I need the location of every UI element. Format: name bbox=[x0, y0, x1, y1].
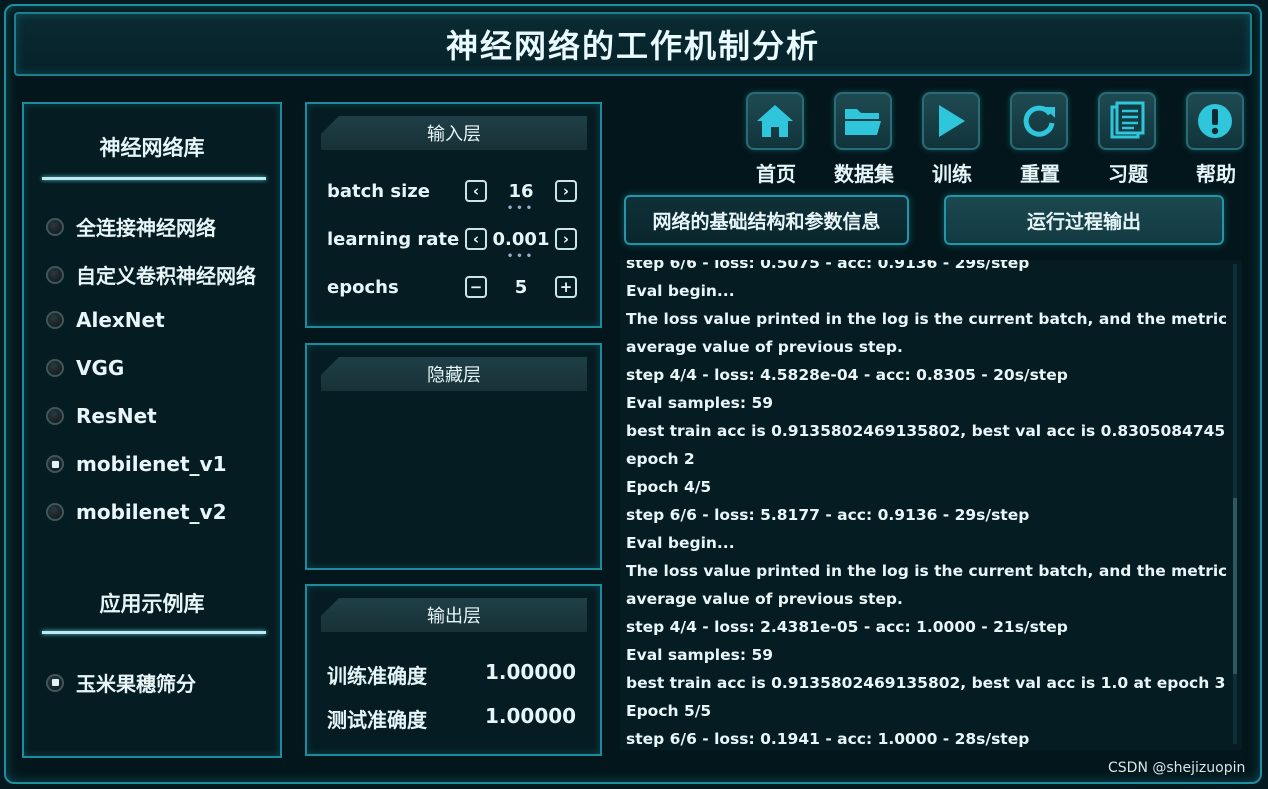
log-line: Eval begin... bbox=[626, 534, 735, 552]
radio-custom-cnn[interactable]: 自定义卷积神经网络 bbox=[46, 260, 256, 289]
radio-corn-sorting[interactable]: 玉米果穗筛分 bbox=[46, 668, 196, 697]
batch-size-row: batch size ‹ 16 ••• › bbox=[327, 176, 587, 214]
output-layer-panel: 输出层 训练准确度 1.00000 测试准确度 1.00000 bbox=[305, 584, 602, 756]
train-accuracy-row: 训练准确度 1.00000 bbox=[327, 660, 576, 689]
input-layer-panel: 输入层 batch size ‹ 16 ••• › learning rate ‹… bbox=[305, 102, 602, 328]
radio-resnet[interactable]: ResNet bbox=[46, 404, 157, 428]
train-accuracy-value: 1.00000 bbox=[485, 660, 577, 684]
help-label: 帮助 bbox=[1196, 162, 1236, 186]
log-line: Epoch 5/5 bbox=[626, 702, 712, 720]
batch-size-decrease-button[interactable]: ‹ bbox=[465, 180, 487, 202]
tab-network-structure[interactable]: 网络的基础结构和参数信息 bbox=[624, 195, 909, 245]
library-divider bbox=[42, 177, 266, 180]
learning-rate-value: 0.001 ••• bbox=[492, 228, 550, 262]
epochs-label: epochs bbox=[327, 276, 399, 298]
radio-checked-icon bbox=[46, 455, 64, 473]
exclamation-icon bbox=[1198, 104, 1232, 138]
network-library-panel: 神经网络库 全连接神经网络 自定义卷积神经网络 AlexNet VGG ResN… bbox=[22, 102, 282, 758]
radio-alexnet[interactable]: AlexNet bbox=[46, 308, 165, 332]
hidden-layer-title: 隐藏层 bbox=[321, 357, 587, 391]
folder-icon bbox=[845, 109, 881, 135]
log-line: Eval samples: 59 bbox=[626, 646, 774, 664]
reset-label: 重置 bbox=[1020, 162, 1060, 186]
radio-label: ResNet bbox=[76, 404, 157, 428]
epochs-decrease-button[interactable]: − bbox=[465, 276, 487, 298]
log-scrollbar-thumb[interactable] bbox=[1233, 498, 1237, 674]
radio-label: 玉米果穗筛分 bbox=[76, 672, 196, 696]
test-accuracy-label: 测试准确度 bbox=[327, 708, 427, 732]
log-line: Eval samples: 59 bbox=[626, 394, 774, 412]
batch-size-label: batch size bbox=[327, 180, 430, 202]
log-line: best train acc is 0.9135802469135802, be… bbox=[626, 422, 1226, 440]
log-line: The loss value printed in the log is the… bbox=[626, 562, 1226, 580]
radio-icon bbox=[46, 503, 64, 521]
radio-label: mobilenet_v1 bbox=[76, 452, 227, 476]
train-accuracy-label: 训练准确度 bbox=[327, 664, 427, 688]
radio-label: mobilenet_v2 bbox=[76, 500, 227, 524]
home-label: 首页 bbox=[756, 162, 796, 186]
log-line: step 6/6 - loss: 5.8177 - acc: 0.9136 - … bbox=[626, 506, 1030, 524]
log-line: step 4/4 - loss: 2.4381e-05 - acc: 1.000… bbox=[626, 618, 1068, 636]
examples-divider bbox=[42, 631, 266, 634]
radio-label: AlexNet bbox=[76, 308, 165, 332]
input-layer-title: 输入层 bbox=[321, 116, 587, 150]
refresh-icon bbox=[1023, 105, 1055, 137]
batch-size-increase-button[interactable]: › bbox=[555, 180, 577, 202]
help-button[interactable] bbox=[1186, 92, 1244, 150]
log-line: Epoch 4/5 bbox=[626, 478, 712, 496]
radio-label: VGG bbox=[76, 356, 125, 380]
radio-label: 自定义卷积神经网络 bbox=[76, 264, 256, 288]
train-button[interactable] bbox=[922, 92, 980, 150]
play-icon bbox=[939, 105, 965, 137]
learning-rate-increase-button[interactable]: › bbox=[555, 228, 577, 250]
examples-header: 应用示例库 bbox=[99, 592, 205, 616]
radio-icon bbox=[46, 265, 64, 284]
radio-checked-icon bbox=[46, 673, 64, 692]
radio-vgg[interactable]: VGG bbox=[46, 356, 124, 380]
epochs-value: 5 bbox=[514, 276, 528, 298]
learning-rate-row: learning rate ‹ 0.001 ••• › bbox=[327, 224, 587, 262]
title-bar: 神经网络的工作机制分析 bbox=[14, 12, 1252, 76]
radio-icon bbox=[46, 359, 64, 377]
log-line: The loss value printed in the log is the… bbox=[626, 310, 1226, 328]
page-title: 神经网络的工作机制分析 bbox=[445, 27, 820, 65]
output-layer-title: 输出层 bbox=[321, 598, 587, 632]
home-button[interactable] bbox=[746, 92, 804, 150]
radio-label: 全连接神经网络 bbox=[76, 216, 216, 240]
log-line: step 6/6 - loss: 0.1941 - acc: 1.0000 - … bbox=[626, 730, 1030, 748]
test-accuracy-value: 1.00000 bbox=[485, 704, 577, 728]
train-label: 训练 bbox=[932, 162, 972, 186]
radio-mobilenet-v1[interactable]: mobilenet_v1 bbox=[46, 452, 227, 476]
hidden-layer-panel: 隐藏层 bbox=[305, 343, 602, 570]
learning-rate-label: learning rate bbox=[327, 228, 460, 250]
radio-icon bbox=[46, 407, 64, 425]
log-output-area[interactable]: step 6/6 - loss: 0.5075 - acc: 0.9136 - … bbox=[620, 260, 1242, 750]
radio-fc-network[interactable]: 全连接神经网络 bbox=[46, 212, 216, 241]
log-line: average value of previous step. bbox=[626, 338, 903, 356]
log-line: step 6/6 - loss: 0.5075 - acc: 0.9136 - … bbox=[626, 260, 1030, 272]
epochs-increase-button[interactable]: + bbox=[555, 276, 577, 298]
test-accuracy-row: 测试准确度 1.00000 bbox=[327, 704, 576, 733]
watermark: CSDN @shejizuopin bbox=[1108, 760, 1246, 776]
exercise-label: 习题 bbox=[1108, 162, 1148, 186]
learning-rate-decrease-button[interactable]: ‹ bbox=[465, 228, 487, 250]
exercise-button[interactable] bbox=[1098, 92, 1156, 150]
tab-run-output[interactable]: 运行过程输出 bbox=[944, 195, 1224, 245]
dataset-button[interactable] bbox=[834, 92, 892, 150]
log-line: epoch 2 bbox=[626, 450, 695, 468]
document-icon bbox=[1110, 101, 1145, 139]
dataset-label: 数据集 bbox=[834, 162, 894, 186]
reset-button[interactable] bbox=[1010, 92, 1068, 150]
library-header: 神经网络库 bbox=[99, 136, 205, 160]
home-icon bbox=[757, 105, 793, 137]
radio-icon bbox=[46, 311, 64, 329]
log-line: step 4/4 - loss: 4.5828e-04 - acc: 0.830… bbox=[626, 366, 1068, 384]
radio-icon bbox=[46, 217, 64, 236]
log-line: average value of previous step. bbox=[626, 590, 903, 608]
epochs-row: epochs − 5 + bbox=[327, 272, 587, 302]
radio-mobilenet-v2[interactable]: mobilenet_v2 bbox=[46, 500, 227, 524]
log-line: Eval begin... bbox=[626, 282, 735, 300]
batch-size-value: 16 ••• bbox=[506, 180, 536, 214]
log-line: best train acc is 0.9135802469135802, be… bbox=[626, 674, 1226, 692]
